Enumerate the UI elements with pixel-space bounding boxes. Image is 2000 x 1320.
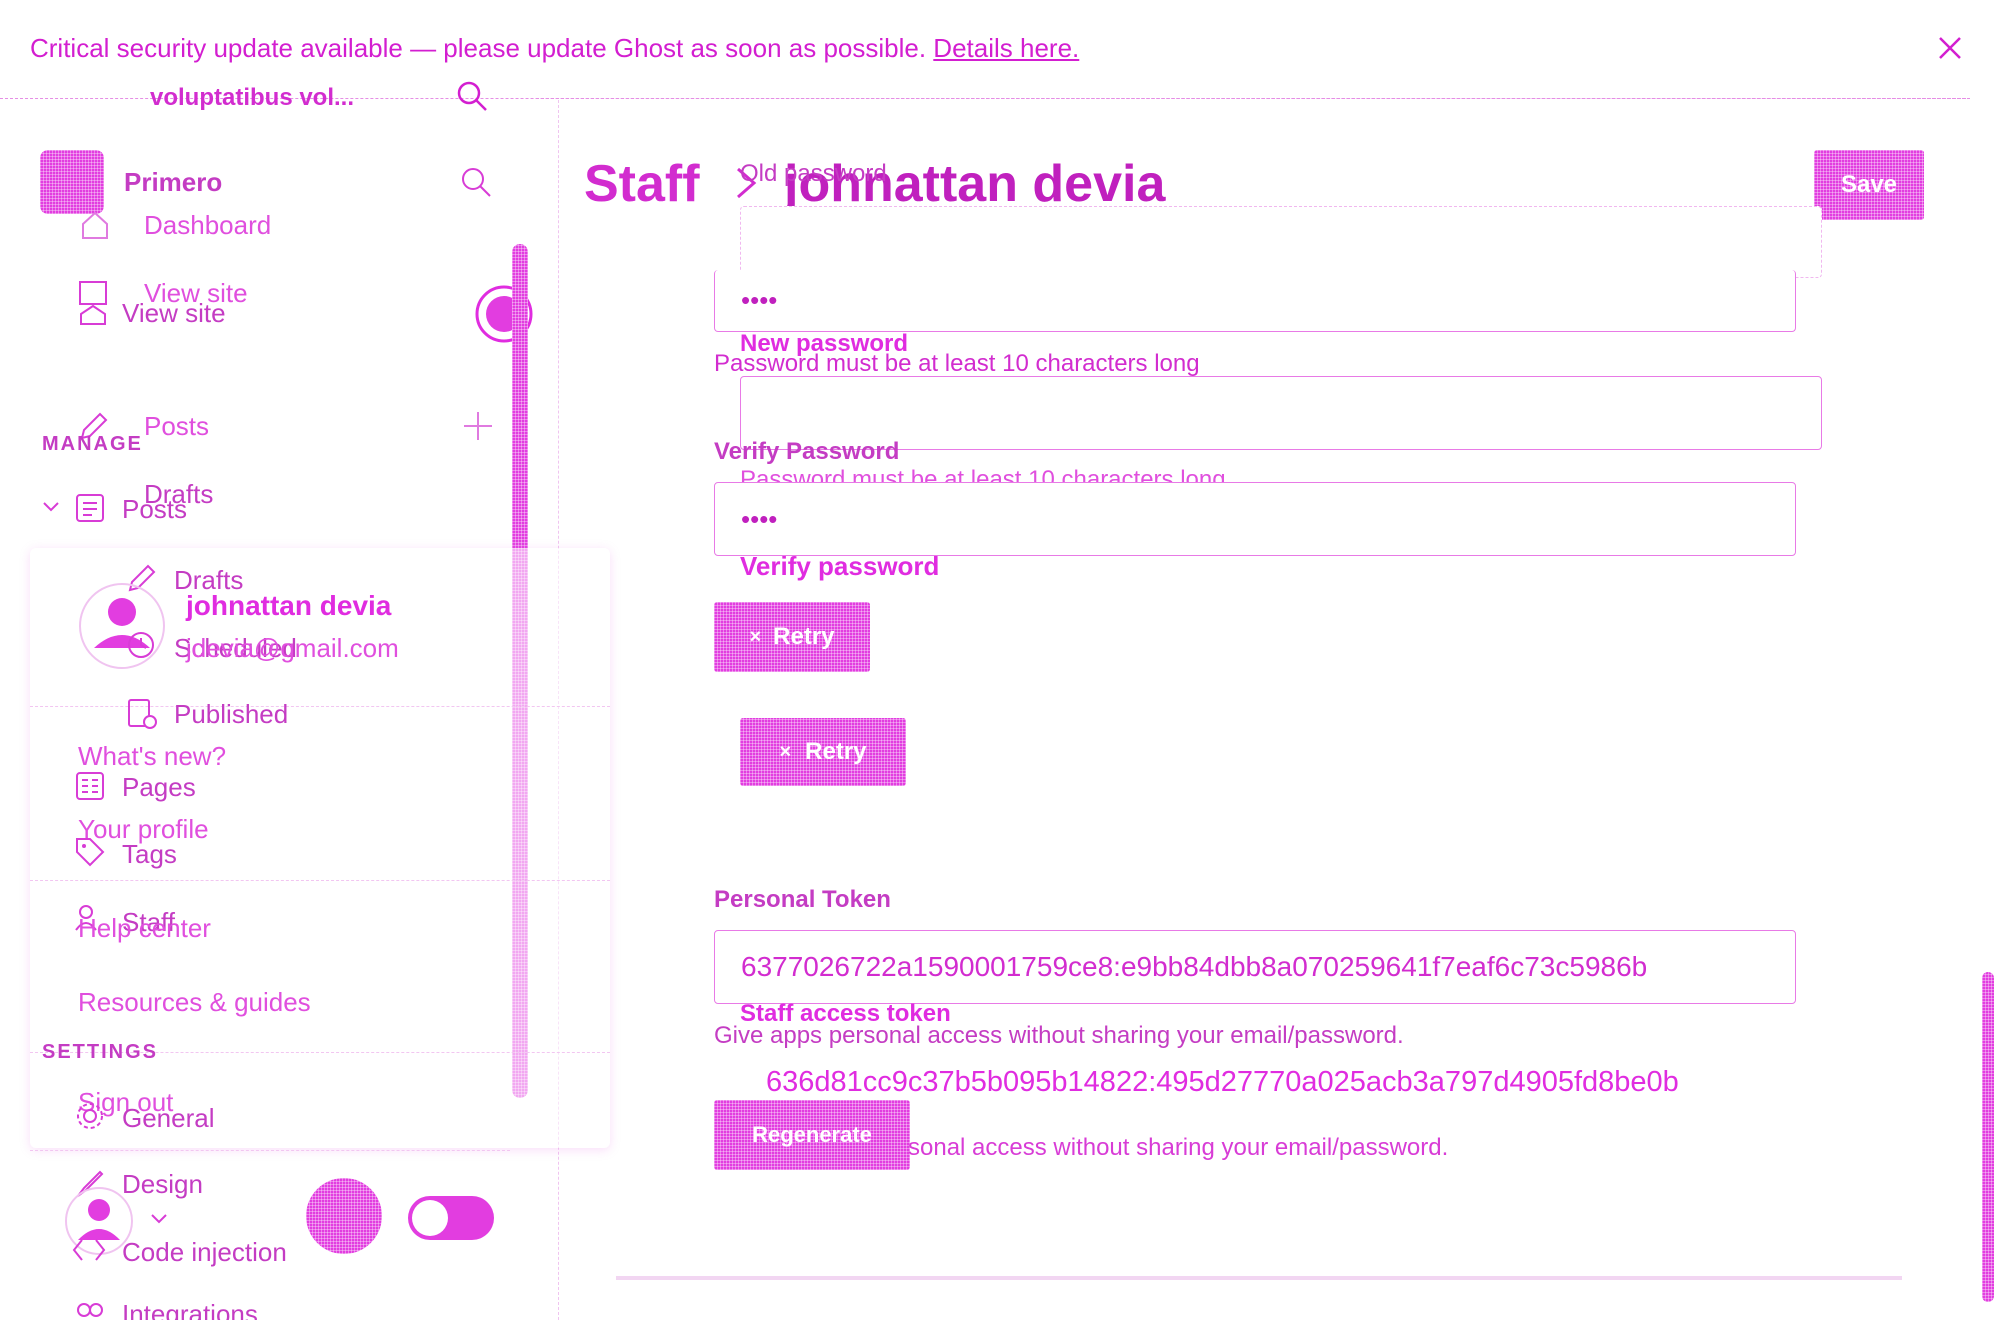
password-error: Password must be at least 10 characters … xyxy=(714,350,1200,377)
main-scrollbar[interactable] xyxy=(1982,972,1994,1302)
old-password-label: Old password xyxy=(740,160,887,187)
search-icon[interactable] xyxy=(456,80,488,112)
personal-token-header: Personal Token xyxy=(714,886,891,913)
sidebar-item-design[interactable]: Design xyxy=(122,1170,203,1198)
banner-message: Critical security update available — ple… xyxy=(30,33,927,63)
regenerate-button[interactable]: Regenerate xyxy=(714,1100,910,1170)
chevron-down-icon[interactable] xyxy=(42,500,60,514)
sidebar-item-general[interactable]: General xyxy=(122,1104,215,1132)
published-icon xyxy=(126,698,158,730)
token-value-2: 636d81cc9c37b5b095b14822:495d27770a025ac… xyxy=(766,1066,1679,1098)
verify-password-value: •••• xyxy=(741,504,778,534)
token-help: Give apps personal access without sharin… xyxy=(714,1022,1404,1049)
retry-button[interactable]: × Retry xyxy=(714,602,870,672)
chevron-down-icon[interactable] xyxy=(150,1212,168,1224)
security-banner-text: Critical security update available — ple… xyxy=(30,34,1079,62)
whats-new-link[interactable]: What's new? xyxy=(78,742,226,770)
site-name-truncated: voluptatibus vol... xyxy=(150,84,355,111)
sidebar-item-dashboard[interactable]: Dashboard xyxy=(144,211,271,239)
header-divider xyxy=(536,98,1966,99)
retry-label-2: Retry xyxy=(805,738,867,765)
banner-details-link[interactable]: Details here. xyxy=(933,33,1079,63)
site-name: Primero xyxy=(124,167,223,197)
sidebar-item-view-site-2[interactable]: View site xyxy=(122,299,226,327)
close-icon: × xyxy=(779,740,792,763)
save-button[interactable]: Save xyxy=(1814,150,1924,220)
user-name: johnattan devia xyxy=(186,590,392,621)
theme-toggle[interactable] xyxy=(408,1196,494,1240)
footer-divider xyxy=(616,1276,1902,1280)
old-password-value: •••• xyxy=(741,285,778,315)
tag-icon xyxy=(74,836,106,868)
sidebar-item-posts[interactable]: Posts xyxy=(144,412,209,440)
verify-password-input[interactable]: •••• xyxy=(714,482,1796,556)
retry-button-2[interactable]: × Retry xyxy=(740,718,906,786)
close-icon: × xyxy=(749,625,762,648)
sidebar-item-code-injection[interactable]: Code injection xyxy=(122,1238,287,1266)
user-menu-divider-2 xyxy=(30,880,610,881)
view-site-icon xyxy=(78,280,108,325)
token-input[interactable]: 6377026722a1590001759ce8:e9bb84dbb8a0702… xyxy=(714,930,1796,1004)
posts-icon xyxy=(74,492,106,524)
old-password-input[interactable]: •••• xyxy=(714,270,1796,332)
pages-icon xyxy=(74,770,106,802)
close-icon[interactable] xyxy=(1938,36,1962,60)
new-password-input[interactable] xyxy=(740,376,1822,450)
retry-label: Retry xyxy=(773,623,835,650)
code-injection-icon xyxy=(72,1236,106,1264)
toggle-knob xyxy=(412,1200,448,1236)
settings-header: SETTINGS xyxy=(42,1041,159,1063)
user-menu-divider-4 xyxy=(30,1150,510,1151)
old-password-input-ghost[interactable] xyxy=(740,206,1822,278)
token-value: 6377026722a1590001759ce8:e9bb84dbb8a0702… xyxy=(741,951,1648,982)
scheduled-clock-icon xyxy=(126,630,156,660)
verify-password-label: Verify Password xyxy=(714,438,900,465)
breadcrumb-staff[interactable]: Staff xyxy=(584,154,700,214)
token-help-2: sonal access without sharing your email/… xyxy=(908,1134,1449,1161)
dark-mode-button[interactable] xyxy=(306,1178,382,1254)
sidebar-item-tags[interactable]: Tags xyxy=(122,840,177,868)
search-icon[interactable] xyxy=(460,166,492,198)
sidebar-item-integrations[interactable]: Integrations xyxy=(122,1300,258,1320)
integrations-icon xyxy=(74,1302,106,1320)
sidebar-item-pages[interactable]: Pages xyxy=(122,773,196,801)
resources-link[interactable]: Resources & guides xyxy=(78,988,311,1016)
user-email: jdevia@gmail.com xyxy=(186,633,399,663)
sidebar-item-posts-2[interactable]: Posts xyxy=(122,495,187,523)
verify-password-label-2: Verify password xyxy=(740,551,940,581)
home-icon xyxy=(80,210,110,240)
user-menu-divider-1 xyxy=(30,706,610,707)
manage-header: MANAGE xyxy=(42,433,143,455)
gear-icon xyxy=(74,1100,106,1132)
help-center-link[interactable]: Help center xyxy=(78,914,211,942)
sidebar-item-published[interactable]: Published xyxy=(174,700,288,728)
site-logo[interactable] xyxy=(40,150,104,214)
plus-icon[interactable] xyxy=(462,410,494,442)
